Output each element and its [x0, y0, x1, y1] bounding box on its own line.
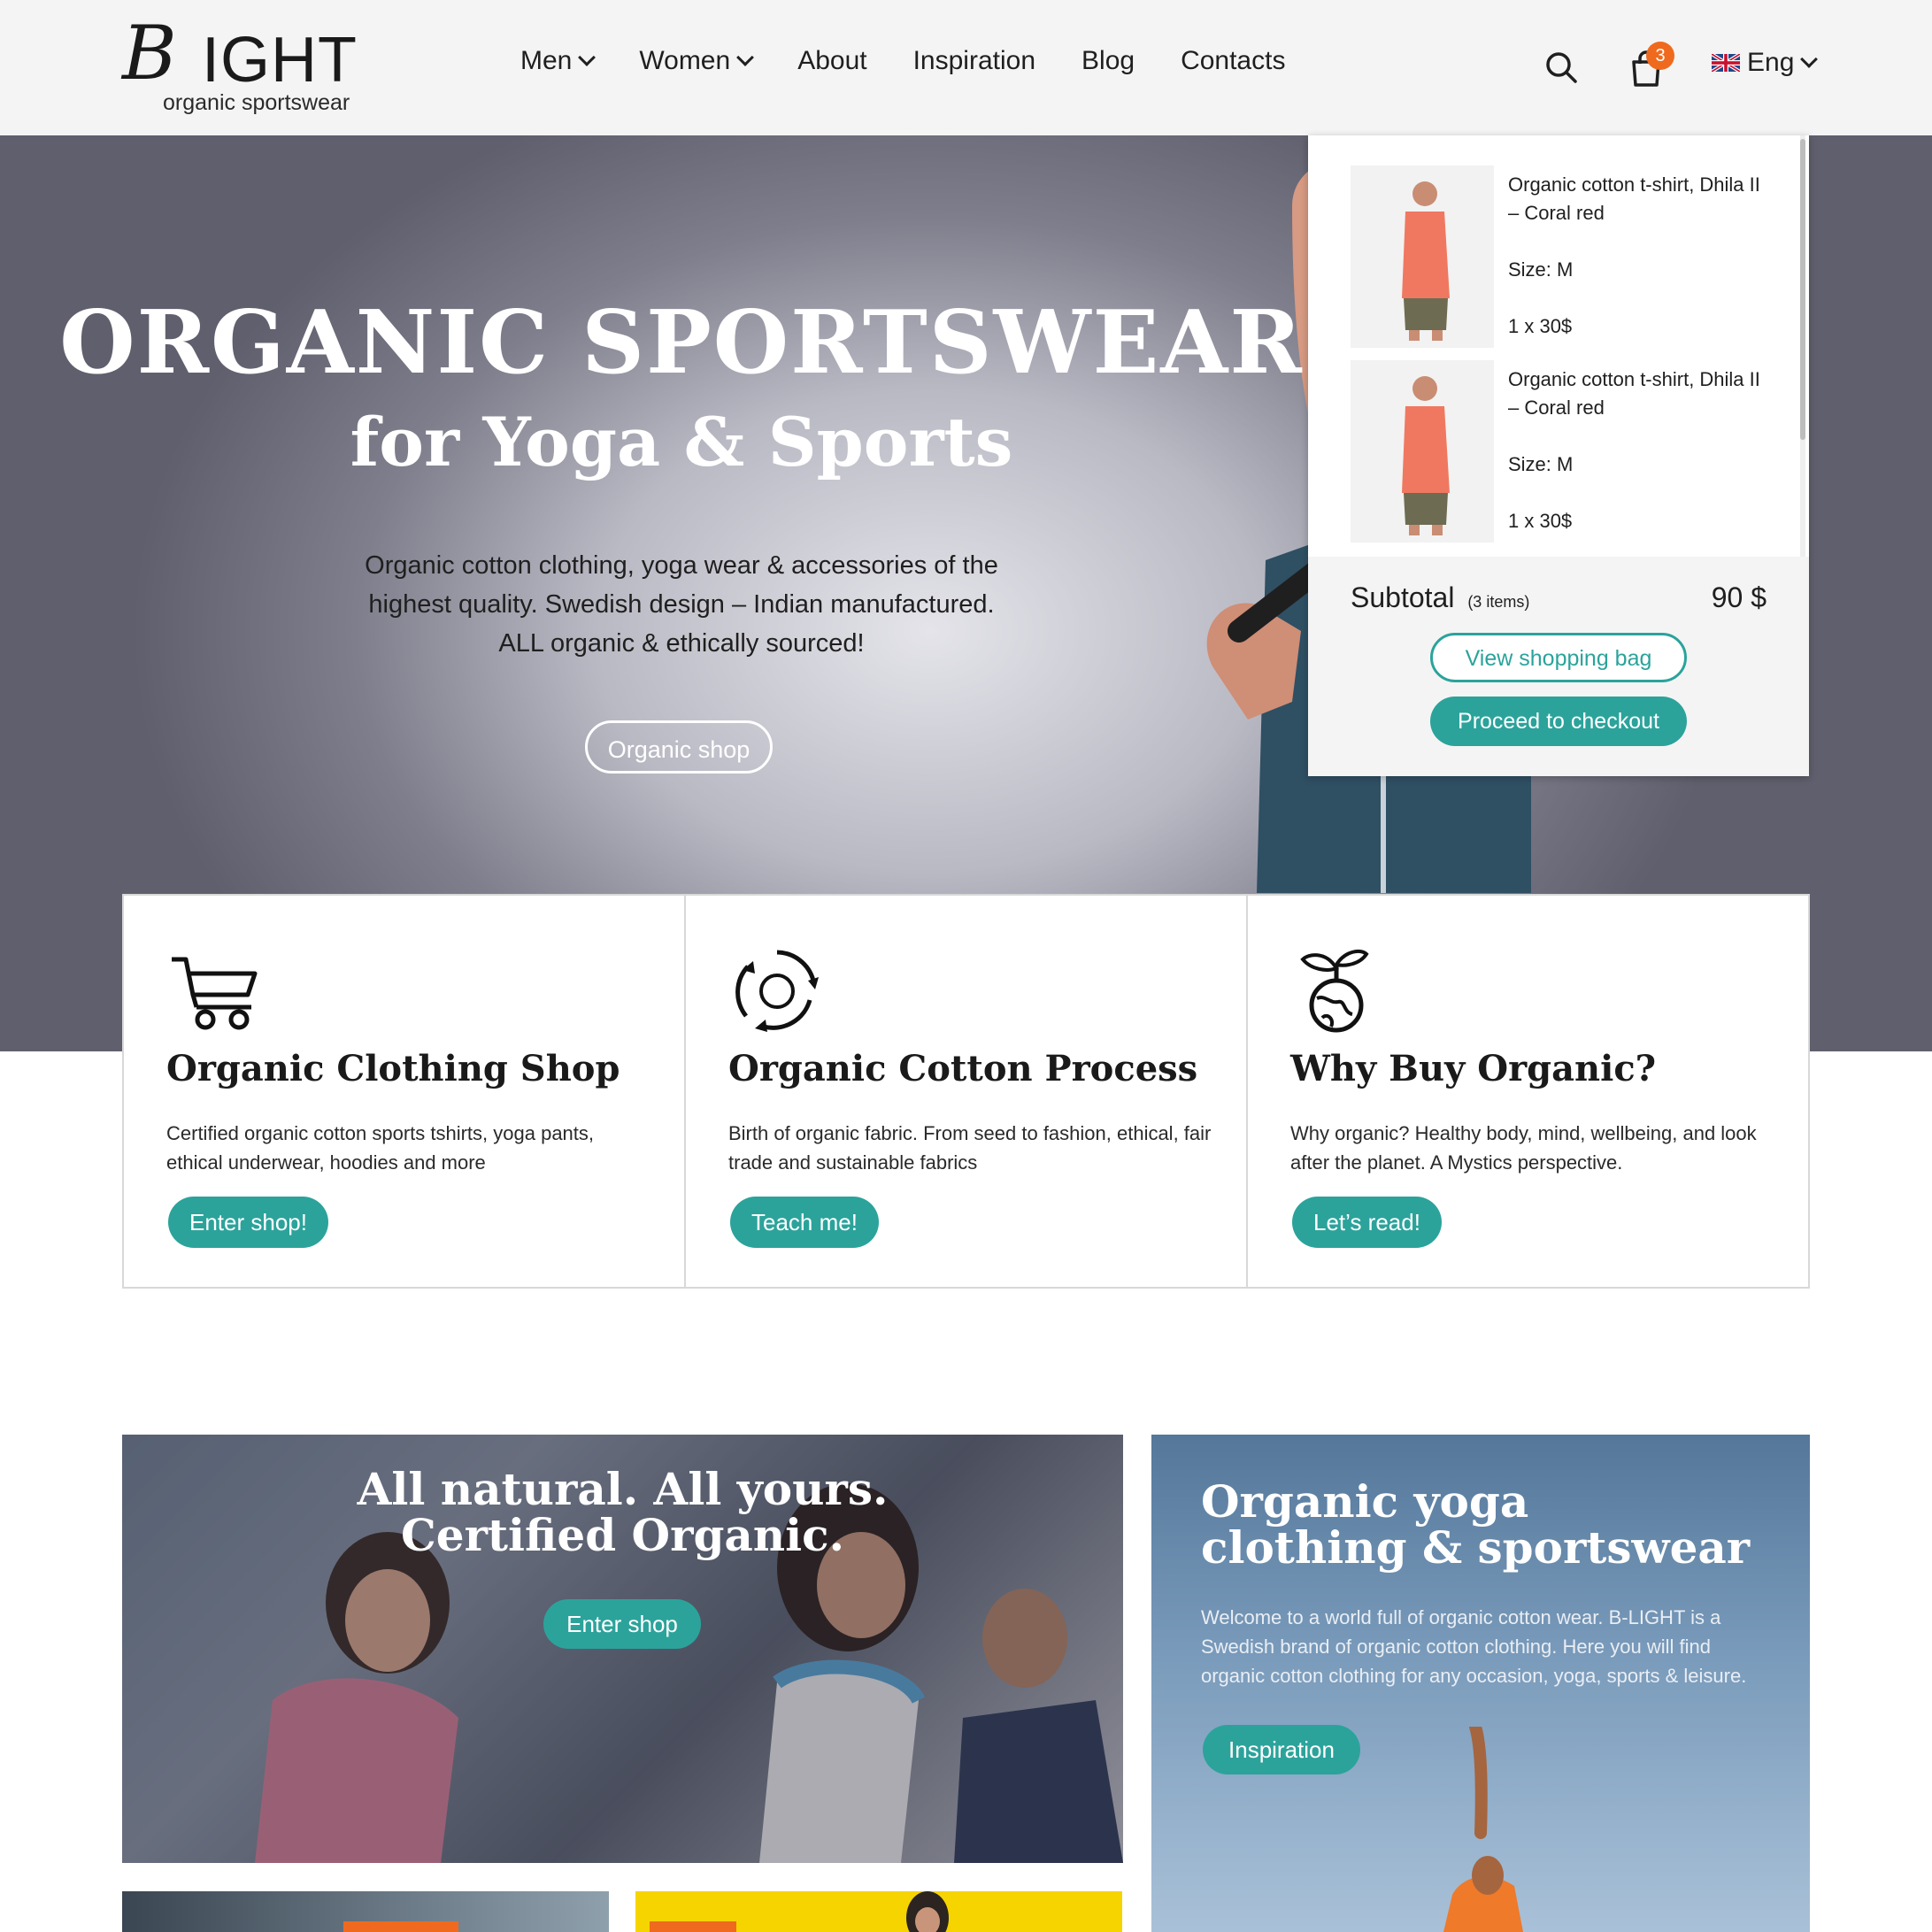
product-qty-price: 1 x 30$	[1508, 510, 1573, 532]
feature-desc-line: after the planet. A Mystics perspective.	[1290, 1151, 1623, 1174]
mini-cart-item-details: Organic cotton t-shirt, Dhila II – Coral…	[1508, 366, 1774, 535]
product-variant: – Coral red	[1508, 202, 1605, 224]
feature-description: Certified organic cotton sports tshirts,…	[166, 1119, 662, 1177]
hero-desc-line: Organic cotton clothing, yoga wear & acc…	[365, 551, 998, 580]
promo-title: All natural. All yours. Certified Organi…	[122, 1466, 1123, 1559]
cart-count-badge: 3	[1646, 42, 1674, 70]
subtotal-text: Subtotal	[1351, 581, 1455, 613]
promo-desc-line: Swedish brand of organic cotton clothing…	[1201, 1636, 1711, 1658]
brand-logo[interactable]: B IGHT organic sportswear	[122, 16, 361, 122]
logo-mark: B	[122, 10, 177, 96]
hero-desc-line: highest quality. Swedish design – Indian…	[368, 590, 995, 619]
promo-title-line: Certified Organic.	[400, 1509, 845, 1561]
logo-wordmark: IGHT	[202, 25, 358, 96]
product-size: Size: M	[1508, 258, 1574, 281]
promo-title-line: Organic yoga	[1201, 1475, 1529, 1528]
promo-desc-line: organic cotton clothing for any occasion…	[1201, 1665, 1747, 1687]
feature-desc-line: Birth of organic fabric. From seed to fa…	[728, 1122, 1212, 1144]
inspiration-button[interactable]: Inspiration	[1203, 1725, 1360, 1774]
chevron-down-icon	[736, 49, 755, 66]
nav-item-inspiration[interactable]: Inspiration	[913, 46, 1035, 76]
yoga-pose-photo	[1443, 1727, 1523, 1932]
enter-shop-button[interactable]: Enter shop!	[168, 1197, 328, 1248]
feature-title: Why Buy Organic?	[1290, 1048, 1657, 1089]
nav-label-men: Men	[520, 46, 573, 75]
feature-card-process: Organic Cotton Process Birth of organic …	[686, 896, 1248, 1287]
view-shopping-bag-button[interactable]: View shopping bag	[1430, 633, 1687, 682]
product-size: Size: M	[1508, 453, 1574, 475]
feature-cards: Organic Clothing Shop Certified organic …	[122, 894, 1810, 1289]
product-variant: – Coral red	[1508, 396, 1605, 419]
hero-desc-line: ALL organic & ethically sourced!	[498, 629, 865, 658]
mini-cart-scroll-thumb[interactable]	[1800, 139, 1805, 440]
nav-label-women: Women	[639, 46, 731, 75]
chevron-down-icon	[578, 49, 597, 66]
feature-title: Organic Clothing Shop	[166, 1048, 620, 1089]
language-label: Eng	[1747, 48, 1795, 77]
category-tile[interactable]	[122, 1891, 609, 1932]
feature-description: Birth of organic fabric. From seed to fa…	[728, 1119, 1224, 1177]
model-photo	[906, 1891, 949, 1932]
chevron-down-icon	[1800, 50, 1819, 68]
nav-item-women[interactable]: Women	[639, 46, 755, 76]
feature-card-shop: Organic Clothing Shop Certified organic …	[124, 896, 686, 1287]
nav-item-blog[interactable]: Blog	[1081, 46, 1135, 76]
search-icon[interactable]	[1543, 50, 1579, 85]
main-nav: Men Women About Inspiration Blog Contact…	[520, 46, 1331, 76]
tile-tag	[650, 1921, 736, 1932]
category-tile[interactable]	[635, 1891, 1122, 1932]
enter-shop-promo-button[interactable]: Enter shop	[543, 1599, 701, 1649]
nav-item-about[interactable]: About	[797, 46, 866, 76]
product-thumbnail	[1351, 360, 1494, 543]
nav-item-contacts[interactable]: Contacts	[1181, 46, 1285, 76]
hero-description: Organic cotton clothing, yoga wear & acc…	[327, 546, 1035, 663]
feature-card-why-organic: Why Buy Organic? Why organic? Healthy bo…	[1248, 896, 1808, 1287]
promo-desc-line: Welcome to a world full of organic cotto…	[1201, 1606, 1721, 1628]
feature-desc-line: Certified organic cotton sports tshirts,…	[166, 1122, 595, 1144]
product-name[interactable]: Organic cotton t-shirt, Dhila II	[1508, 171, 1774, 199]
organic-yoga-promo: Organic yoga clothing & sportswear Welco…	[1151, 1435, 1810, 1932]
lets-read-button[interactable]: Let’s read!	[1292, 1197, 1442, 1248]
mini-cart-item[interactable]: Organic cotton t-shirt, Dhila II – Coral…	[1351, 165, 1775, 348]
promo-title: Organic yoga clothing & sportswear	[1201, 1479, 1767, 1571]
recycle-cycle-icon	[735, 950, 819, 1032]
hero-title: ORGANIC SPORTSWEAR	[59, 292, 1304, 394]
mini-cart-dropdown: Organic cotton t-shirt, Dhila II – Coral…	[1308, 135, 1809, 776]
subtotal-amount: 90 $	[1711, 581, 1767, 613]
site-header: B IGHT organic sportswear Men Women Abou…	[0, 0, 1932, 135]
promo-title-line: All natural. All yours.	[357, 1463, 889, 1515]
mini-cart-item[interactable]: Organic cotton t-shirt, Dhila II – Coral…	[1351, 360, 1775, 543]
organic-shop-button[interactable]: Organic shop	[585, 720, 773, 774]
subtotal-label: Subtotal (3 items)	[1351, 581, 1529, 614]
promo-description: Welcome to a world full of organic cotto…	[1201, 1603, 1767, 1690]
feature-desc-line: Why organic? Healthy body, mind, wellbei…	[1290, 1122, 1757, 1144]
product-thumbnail	[1351, 165, 1494, 348]
uk-flag-icon	[1712, 54, 1740, 72]
proceed-to-checkout-button[interactable]: Proceed to checkout	[1430, 697, 1687, 746]
logo-tagline: organic sportswear	[163, 90, 350, 115]
feature-desc-line: trade and sustainable fabrics	[728, 1151, 978, 1174]
tile-tag	[343, 1921, 458, 1932]
promo-title-line: clothing & sportswear	[1201, 1521, 1751, 1574]
feature-title: Organic Cotton Process	[728, 1048, 1198, 1089]
feature-description: Why organic? Healthy body, mind, wellbei…	[1290, 1119, 1786, 1177]
product-qty-price: 1 x 30$	[1508, 315, 1573, 337]
shopping-cart-icon	[172, 957, 258, 1030]
nav-item-men[interactable]: Men	[520, 46, 597, 76]
product-name[interactable]: Organic cotton t-shirt, Dhila II	[1508, 366, 1774, 394]
yoga-class-promo: All natural. All yours. Certified Organi…	[122, 1435, 1123, 1863]
mini-cart-item-details: Organic cotton t-shirt, Dhila II – Coral…	[1508, 171, 1774, 341]
subtotal-item-count: (3 items)	[1467, 593, 1530, 611]
planet-sprout-icon	[1300, 949, 1369, 1033]
feature-desc-line: ethical underwear, hoodies and more	[166, 1151, 486, 1174]
hero-subtitle: for Yoga & Sports	[350, 403, 1013, 481]
mini-cart-footer: Subtotal (3 items) 90 $ View shopping ba…	[1308, 557, 1809, 776]
language-selector[interactable]: Eng	[1712, 48, 1819, 78]
teach-me-button[interactable]: Teach me!	[730, 1197, 879, 1248]
